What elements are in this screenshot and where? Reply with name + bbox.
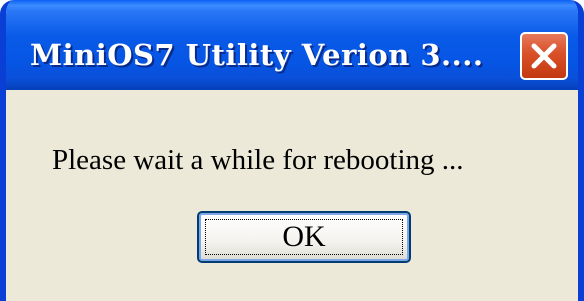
close-button[interactable]: [520, 32, 568, 80]
dialog-message: Please wait a while for rebooting ...: [52, 144, 464, 176]
dialog-window: MiniOS7 Utility Verion 3.... Please wait…: [0, 0, 584, 301]
ok-button[interactable]: OK: [197, 211, 411, 263]
window-title: MiniOS7 Utility Verion 3....: [30, 38, 484, 72]
title-bar[interactable]: MiniOS7 Utility Verion 3....: [6, 0, 578, 90]
close-x-icon: [531, 43, 557, 69]
ok-button-label: OK: [205, 219, 403, 255]
dialog-body: Please wait a while for rebooting ... OK: [6, 90, 578, 301]
